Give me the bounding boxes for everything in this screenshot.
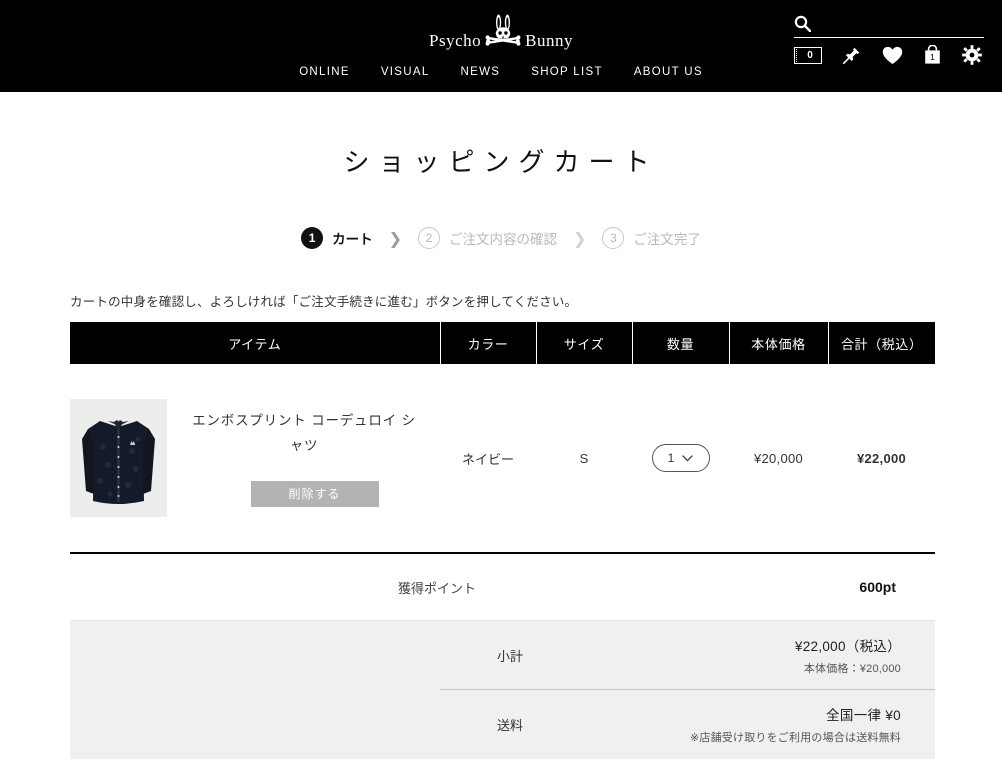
step-complete[interactable]: 3 ご注文完了 xyxy=(602,227,701,249)
bunny-skull-crossbones-icon xyxy=(483,14,523,50)
coupon-count: 0 xyxy=(807,49,813,61)
nav-item-shop-list[interactable]: SHOP LIST xyxy=(531,66,603,78)
gear-icon[interactable] xyxy=(962,45,982,65)
header-icon-row: 0 1 xyxy=(794,45,984,65)
summary-row-shipping: 送料 全国一律 ¥0 ※店舗受け取りをご利用の場合は送料無料 xyxy=(440,690,935,759)
step-cart-number: 1 xyxy=(301,227,324,249)
step-chevron-icon-2: ❯ xyxy=(573,228,587,248)
delete-item-button[interactable]: 削除する xyxy=(250,480,379,507)
nav-item-visual[interactable]: VISUAL xyxy=(381,66,430,78)
column-header-size: サイズ xyxy=(535,322,632,364)
earned-points-label: 獲得ポイント xyxy=(397,580,476,596)
pin-icon[interactable] xyxy=(842,46,861,65)
search-bar[interactable] xyxy=(794,12,984,38)
summary-row-subtotal: 小計 ¥22,000（税込） 本体価格：¥20,000 xyxy=(440,621,935,690)
cart-count: 1 xyxy=(930,52,935,62)
step-cart[interactable]: 1 カート xyxy=(301,227,373,249)
step-confirm-number: 2 xyxy=(418,227,440,249)
earned-points-value: 600pt xyxy=(859,579,896,595)
chevron-down-icon xyxy=(682,454,693,462)
main-navigation: ONLINE VISUAL NEWS SHOP LIST ABOUT US xyxy=(0,66,1002,78)
heart-icon[interactable] xyxy=(882,46,903,65)
logo-text-left: Psycho xyxy=(429,31,482,50)
search-input[interactable] xyxy=(811,16,984,31)
column-header-color: カラー xyxy=(439,322,536,364)
column-header-item: アイテム xyxy=(70,322,440,364)
column-header-price: 本体価格 xyxy=(728,322,828,364)
step-complete-number: 3 xyxy=(602,227,625,249)
cart-item-total: ¥22,000 xyxy=(828,364,935,554)
step-confirm[interactable]: 2 ご注文内容の確認 xyxy=(418,227,557,249)
product-name[interactable]: エンボスプリント コーデュロイ シャツ xyxy=(189,409,419,459)
logo-text-right: Bunny xyxy=(525,31,573,50)
header-tools: 0 1 xyxy=(794,12,984,65)
coupon-ticket-icon[interactable]: 0 xyxy=(794,46,822,64)
search-icon[interactable] xyxy=(794,15,811,32)
order-summary: 小計 ¥22,000（税込） 本体価格：¥20,000 送料 全国一律 ¥0 ※… xyxy=(70,620,935,759)
cart-item-color: ネイビー xyxy=(440,364,536,554)
subtotal-base-price: 本体価格：¥20,000 xyxy=(803,662,901,675)
page-body: ショッピングカート 1 カート ❯ 2 ご注文内容の確認 ❯ 3 ご注文完了 カ… xyxy=(0,92,1002,759)
cart-table-header-row: アイテム カラー サイズ 数量 本体価格 合計（税込） xyxy=(70,322,935,364)
earned-points-row: 獲得ポイント 600pt xyxy=(70,554,935,620)
product-thumbnail[interactable] xyxy=(70,399,167,517)
quantity-value: 1 xyxy=(667,451,675,465)
column-header-qty: 数量 xyxy=(631,322,729,364)
step-confirm-label: ご注文内容の確認 xyxy=(449,232,557,247)
column-header-total: 合計（税込） xyxy=(827,322,935,364)
cart-table: アイテム カラー サイズ 数量 本体価格 合計（税込） エンボスプリント コーデ… xyxy=(70,322,935,554)
site-header: Psycho Bunny ONLINE VISUAL NEWS SHOP LIS… xyxy=(0,0,1002,92)
quantity-select[interactable]: 1 xyxy=(651,444,710,472)
shipping-note: ※店舗受け取りをご利用の場合は送料無料 xyxy=(689,732,901,744)
cart-notice-text: カートの中身を確認し、よろしければ「ご注文手続きに進む」ボタンを押してください。 xyxy=(70,295,578,309)
checkout-step-indicator: 1 カート ❯ 2 ご注文内容の確認 ❯ 3 ご注文完了 xyxy=(0,227,1002,249)
cart-item-quantity-cell: 1 xyxy=(632,364,729,554)
shipping-amount: 全国一律 ¥0 xyxy=(826,708,901,723)
cart-item-cell: エンボスプリント コーデュロイ シャツ 削除する xyxy=(70,364,440,554)
subtotal-label: 小計 xyxy=(496,648,523,664)
nav-item-about-us[interactable]: ABOUT US xyxy=(634,66,703,78)
nav-item-online[interactable]: ONLINE xyxy=(299,66,350,78)
page-title: ショッピングカート xyxy=(343,148,659,177)
shipping-label: 送料 xyxy=(496,718,523,733)
step-cart-label: カート xyxy=(332,232,373,247)
step-complete-label: ご注文完了 xyxy=(633,232,701,247)
table-row: エンボスプリント コーデュロイ シャツ 削除する ネイビー S 1 ¥20,00… xyxy=(70,364,935,554)
cart-item-size: S xyxy=(536,364,632,554)
step-chevron-icon-1: ❯ xyxy=(388,228,402,248)
cart-item-price: ¥20,000 xyxy=(729,364,828,554)
nav-item-news[interactable]: NEWS xyxy=(461,66,501,78)
shopping-bag-icon[interactable]: 1 xyxy=(923,45,942,65)
subtotal-amount: ¥22,000（税込） xyxy=(794,638,901,654)
